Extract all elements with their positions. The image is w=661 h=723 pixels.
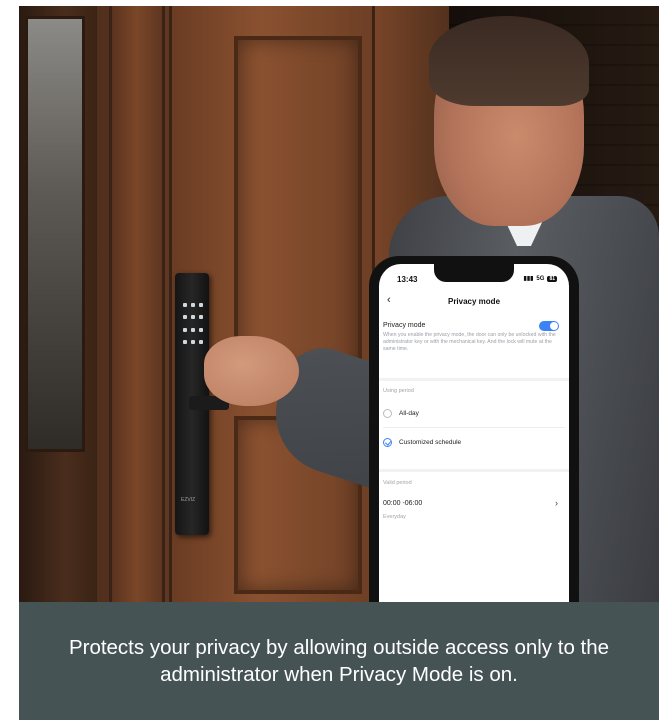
battery-icon: 81 [547,275,557,282]
door-glass [25,16,85,452]
lock-brand-logo: EZVIZ [181,497,196,503]
door-frame [19,6,97,602]
time-range-value: 00:00 -06:00 [383,500,423,507]
radio-unchecked-icon[interactable] [383,409,392,418]
lock-keypad [183,303,203,348]
man-hand [204,336,299,406]
repeat-value: Everyday [383,514,406,520]
nav-bar: ‹ Privacy mode [379,294,569,314]
product-photo: EZVIZ 13:43 ▮▮▮ 5G 81 ‹ Privacy mode Pri… [19,6,659,602]
toggle-knob [550,322,558,330]
radio-checked-icon[interactable] [383,438,392,447]
option-label: All-day [399,410,419,417]
privacy-mode-toggle[interactable] [539,321,559,331]
man-hair [429,16,589,106]
privacy-mode-description: When you enable the privacy mode, the do… [383,332,556,352]
using-period-section: Using period All-day Customized schedule [379,386,569,476]
caption-text: Protects your privacy by allowing outsid… [68,636,610,686]
door-panel-left [109,6,165,602]
signal-icon: ▮▮▮ [523,276,534,282]
caption-banner: Protects your privacy by allowing outsid… [19,602,659,720]
status-indicators: ▮▮▮ 5G 81 [524,275,557,282]
option-all-day[interactable]: All-day [379,404,569,424]
using-period-label: Using period [383,388,414,394]
valid-period-label: Valid period [383,480,412,486]
privacy-mode-label: Privacy mode [383,322,426,329]
option-label: Customized schedule [399,439,462,446]
chevron-right-icon[interactable]: › [555,498,558,508]
section-divider [379,378,569,381]
option-customized-schedule[interactable]: Customized schedule [379,433,569,453]
phone-screen: 13:43 ▮▮▮ 5G 81 ‹ Privacy mode Privacy m… [379,264,569,602]
row-divider [383,427,565,428]
status-bar: 13:43 ▮▮▮ 5G 81 [379,264,569,290]
phone-mockup: 13:43 ▮▮▮ 5G 81 ‹ Privacy mode Privacy m… [369,256,579,602]
section-divider [379,469,569,472]
valid-period-row[interactable]: 00:00 -06:00 › Everyday [379,498,569,528]
page-title: Privacy mode [447,297,501,306]
valid-period-section: Valid period 00:00 -06:00 › Everyday [379,478,569,548]
door-panel-inset-top [234,36,362,374]
network-label: 5G [536,275,545,282]
status-time: 13:43 [397,275,418,284]
privacy-mode-section: Privacy mode When you enable the privacy… [379,321,569,382]
